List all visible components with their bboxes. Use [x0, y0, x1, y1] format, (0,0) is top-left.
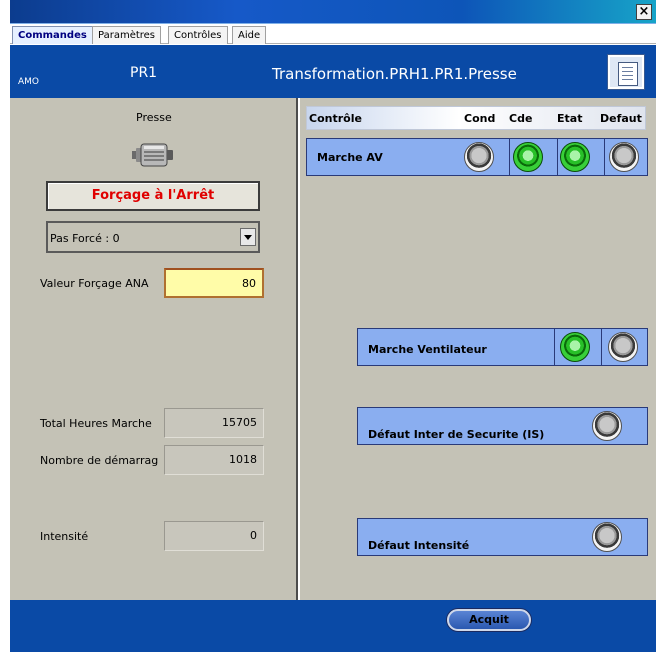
row-marche-ventilateur: Marche Ventilateur [357, 328, 648, 366]
force-select[interactable]: Pas Forcé : 0 [46, 221, 260, 253]
starts-value: 1018 [164, 445, 264, 475]
starts-label: Nombre de démarrag [40, 454, 159, 467]
header-controle: Contrôle [309, 112, 362, 125]
header-defaut: Defaut [600, 112, 642, 125]
ana-input[interactable]: 80 [164, 268, 264, 298]
ana-label: Valeur Forçage ANA [40, 277, 149, 290]
etat-indicator-icon [560, 142, 590, 172]
tab-parametres[interactable]: Paramètres [92, 26, 162, 44]
defaut-indicator-icon [608, 332, 638, 362]
intensity-label: Intensité [40, 530, 89, 543]
tab-bar: Commandes Paramètres Contrôles Aide [10, 24, 656, 44]
equipment-name: PR1 [130, 65, 158, 81]
title-bar: × [10, 0, 656, 24]
total-hours-value: 15705 [164, 408, 264, 438]
row-defaut-intensite: Défaut Intensité [357, 518, 648, 556]
defaut-indicator-icon [592, 411, 622, 441]
control-header: Contrôle Cond Cde Etat Defaut [306, 106, 646, 130]
header-etat: Etat [557, 112, 583, 125]
chevron-down-icon[interactable] [240, 228, 256, 246]
control-panel: Contrôle Cond Cde Etat Defaut Marche AV … [300, 98, 656, 600]
row-defaut-is: Défaut Inter de Securite (IS) [357, 407, 648, 445]
command-panel: Presse Forçage à l'Arrêt Pas Forcé : 0 V… [10, 98, 298, 600]
row-label: Défaut Intensité [368, 539, 470, 552]
close-icon[interactable]: × [636, 4, 652, 20]
page-header: AMO PR1 Transformation.PRH1.PR1.Presse [10, 45, 656, 98]
amo-label: AMO [18, 77, 40, 87]
row-label: Défaut Inter de Securite (IS) [368, 428, 545, 441]
row-label: Marche Ventilateur [368, 343, 487, 356]
panel-title: Presse [136, 111, 172, 124]
document-icon[interactable] [608, 55, 644, 89]
motor-icon [132, 142, 174, 168]
cond-indicator-icon [464, 142, 494, 172]
force-stop-button[interactable]: Forçage à l'Arrêt [46, 181, 260, 211]
cde-indicator-icon [513, 142, 543, 172]
defaut-indicator-icon [592, 522, 622, 552]
row-marche-av: Marche AV [306, 138, 648, 176]
tab-commandes[interactable]: Commandes [12, 26, 93, 44]
header-cde: Cde [509, 112, 533, 125]
total-hours-label: Total Heures Marche [40, 417, 152, 430]
equipment-path: Transformation.PRH1.PR1.Presse [272, 65, 517, 83]
force-select-value: Pas Forcé : 0 [50, 232, 120, 245]
footer-bar: Acquit [10, 600, 656, 652]
header-cond: Cond [464, 112, 496, 125]
defaut-indicator-icon [609, 142, 639, 172]
intensity-value: 0 [164, 521, 264, 551]
tab-controles[interactable]: Contrôles [168, 26, 228, 44]
row-label: Marche AV [317, 151, 383, 164]
etat-indicator-icon [560, 332, 590, 362]
acquit-button[interactable]: Acquit [447, 609, 531, 631]
tab-aide[interactable]: Aide [232, 26, 267, 44]
